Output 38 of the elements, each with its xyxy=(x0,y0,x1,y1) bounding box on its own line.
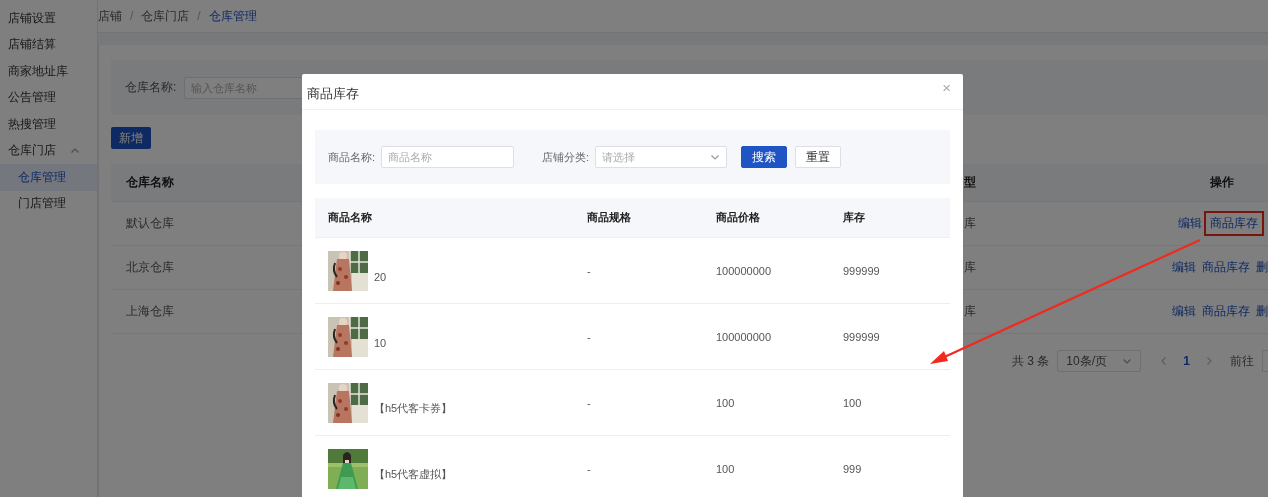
table-cell: 【h5代客虚拟】 xyxy=(374,467,453,482)
table-cell-text: 999999 xyxy=(843,330,881,343)
table-cell-text: 100 xyxy=(843,396,863,409)
breadcrumb-item: 仓库管理 xyxy=(208,7,257,25)
column-header: 商品价格 xyxy=(716,210,761,225)
table-cell-text: 100000000 xyxy=(716,330,773,343)
table-cell: 库 xyxy=(964,216,976,230)
column-header: 仓库名称 xyxy=(126,175,174,189)
modal-title: 商品库存 xyxy=(307,85,359,103)
column-header: 库存 xyxy=(843,210,866,225)
table-cell: 默认仓库 xyxy=(126,216,174,230)
table-cell: 【h5代客卡券】 xyxy=(374,401,453,416)
table-cell-text: 100 xyxy=(716,462,736,475)
table-cell: 20 xyxy=(374,270,387,283)
table-cell-text: - xyxy=(587,396,592,409)
breadcrumb-separator: / xyxy=(197,9,201,23)
table-cell-text: - xyxy=(587,264,592,277)
field-label: 店铺分类: xyxy=(542,149,590,165)
table-cell: 上海仓库 xyxy=(126,304,174,318)
goto-label: 前往 xyxy=(1230,352,1254,370)
field-label: 仓库名称: xyxy=(125,79,177,96)
column-header: 商品名称 xyxy=(328,210,373,225)
table-cell: 库 xyxy=(964,304,976,318)
column-header: 型 xyxy=(964,175,976,189)
field-label: 商品名称: xyxy=(328,149,376,165)
table-cell-text: 999999 xyxy=(843,264,881,277)
total-count: 共 3 条 xyxy=(1011,352,1050,370)
table-cell: 北京仓库 xyxy=(126,260,174,274)
table-cell-text: 100 xyxy=(716,396,736,409)
table-cell-text: - xyxy=(587,462,592,475)
table-cell-text: 100000000 xyxy=(716,264,773,277)
table-cell-text: 999 xyxy=(843,462,863,475)
table-cell-text: - xyxy=(587,330,592,343)
table-cell: 10 xyxy=(374,336,387,349)
column-header: 操作 xyxy=(1210,174,1234,191)
column-header: 商品规格 xyxy=(587,210,632,225)
breadcrumb-separator: / xyxy=(130,9,134,23)
table-cell: 库 xyxy=(964,260,976,274)
